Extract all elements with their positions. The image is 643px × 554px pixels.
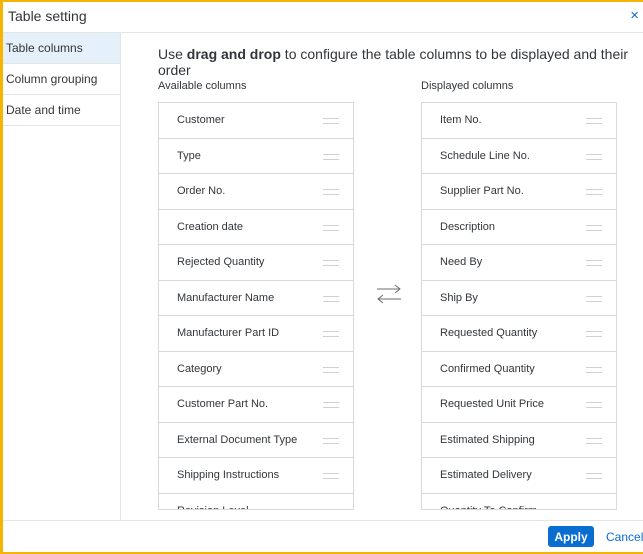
drag-handle-icon[interactable]: [586, 402, 602, 408]
column-item-label: Estimated Shipping: [440, 433, 535, 446]
displayed-columns-list: Item No. Schedule Line No. Supplier Part N…: [421, 102, 617, 510]
drag-handle-icon[interactable]: [586, 366, 602, 373]
column-list-item[interactable]: Estimated Delivery: [422, 458, 616, 494]
column-list-item[interactable]: Ship By: [422, 281, 616, 316]
instructions-prefix: Use: [158, 46, 187, 62]
column-item-label: Supplier Part No.: [440, 185, 524, 197]
column-item-label: Estimated Delivery: [440, 469, 532, 481]
sidebar-item-label: Column grouping: [6, 72, 98, 86]
drag-handle-icon[interactable]: [586, 189, 602, 195]
column-item-label: Confirmed Quantity: [440, 362, 535, 375]
sidebar-item-table-columns[interactable]: Table columns: [3, 33, 120, 64]
drag-handle-icon[interactable]: [586, 118, 602, 124]
column-list-item[interactable]: Customer Part No.: [159, 387, 353, 423]
column-list-item[interactable]: Customer: [159, 103, 353, 139]
dialog-title: Table setting: [8, 8, 87, 24]
column-item-label: Requested Quantity: [440, 327, 538, 339]
column-list-item[interactable]: Shipping Instructions: [159, 458, 353, 494]
column-item-label: Creation date: [177, 220, 244, 233]
available-columns-label: Available columns: [158, 80, 247, 92]
column-item-label: Ship By: [440, 291, 478, 304]
dialog-footer: Apply Cancel: [3, 520, 643, 552]
column-item-label: Shipping Instructions: [177, 469, 280, 481]
column-item-label: Customer: [177, 114, 225, 126]
sidebar-item-date-and-time[interactable]: Date and time: [3, 95, 120, 126]
column-list-item[interactable]: Rejected Quantity: [159, 245, 353, 281]
drag-handle-icon[interactable]: [323, 437, 339, 444]
column-list-item[interactable]: Need By: [422, 245, 616, 281]
drag-handle-icon[interactable]: [323, 508, 339, 509]
column-item-label: Schedule Line No.: [440, 149, 530, 162]
column-item-label: Manufacturer Part ID: [177, 327, 280, 339]
drag-handle-icon[interactable]: [323, 118, 339, 124]
instructions-text: Use drag and drop to configure the table…: [158, 46, 643, 78]
column-item-label: Description: [440, 220, 496, 233]
drag-handle-icon[interactable]: [323, 366, 339, 373]
drag-handle-icon[interactable]: [323, 189, 339, 195]
drag-handle-icon[interactable]: [586, 224, 602, 231]
apply-button[interactable]: Apply: [548, 526, 594, 547]
settings-sidebar: Table columns Column grouping Date and t…: [3, 33, 121, 521]
column-list-item[interactable]: Estimated Shipping: [422, 423, 616, 458]
column-item-label: Type: [177, 149, 201, 162]
column-item-label: Category: [177, 362, 222, 375]
drag-handle-icon[interactable]: [323, 402, 339, 408]
dialog-header: Table setting ×: [3, 2, 643, 33]
drag-handle-icon[interactable]: [586, 508, 602, 509]
column-item-label: Rejected Quantity: [177, 256, 265, 268]
column-item-label: Customer Part No.: [177, 398, 269, 410]
table-setting-dialog: Table setting × Table columns Column gro…: [0, 0, 643, 554]
column-list-item[interactable]: Creation date: [159, 210, 353, 245]
swap-arrows-icon[interactable]: [374, 279, 404, 309]
column-list-item[interactable]: Category: [159, 352, 353, 387]
instructions-bold: drag and drop: [186, 46, 281, 62]
drag-handle-icon[interactable]: [586, 153, 602, 160]
drag-handle-icon[interactable]: [586, 331, 602, 337]
column-item-label: Quantity To Confirm: [440, 505, 537, 510]
column-list-item[interactable]: Schedule Line No.: [422, 139, 616, 174]
column-list-item[interactable]: Item No.: [422, 103, 616, 139]
drag-handle-icon[interactable]: [323, 295, 339, 302]
sidebar-item-label: Date and time: [6, 103, 81, 117]
column-item-label: Manufacturer Name: [177, 291, 275, 304]
column-list-item[interactable]: Confirmed Quantity: [422, 352, 616, 387]
drag-handle-icon[interactable]: [586, 473, 602, 479]
column-list-item[interactable]: Description: [422, 210, 616, 245]
sidebar-item-column-grouping[interactable]: Column grouping: [3, 64, 120, 95]
column-item-label: Need By: [440, 256, 483, 268]
column-list-item[interactable]: Quantity To Confirm: [422, 494, 616, 510]
column-list-item[interactable]: Manufacturer Name: [159, 281, 353, 316]
column-list-item[interactable]: Requested Quantity: [422, 316, 616, 352]
column-item-label: Order No.: [177, 185, 226, 197]
displayed-columns-label: Displayed columns: [421, 80, 514, 92]
column-item-label: Revision Level: [177, 505, 249, 510]
drag-handle-icon[interactable]: [586, 295, 602, 302]
drag-handle-icon[interactable]: [586, 437, 602, 444]
available-columns-list: Customer Type Order No. Creation date Reject…: [158, 102, 354, 510]
column-list-item[interactable]: Supplier Part No.: [422, 174, 616, 210]
close-icon[interactable]: ×: [630, 7, 639, 24]
cancel-button[interactable]: Cancel: [606, 530, 643, 544]
column-list-item[interactable]: Requested Unit Price: [422, 387, 616, 423]
drag-handle-icon[interactable]: [323, 473, 339, 479]
column-item-label: Requested Unit Price: [440, 398, 544, 410]
column-list-item[interactable]: Revision Level: [159, 494, 353, 510]
drag-handle-icon[interactable]: [323, 331, 339, 337]
column-item-label: Item No.: [440, 114, 482, 126]
column-item-label: External Document Type: [177, 433, 298, 446]
drag-handle-icon[interactable]: [586, 260, 602, 266]
column-list-item[interactable]: Order No.: [159, 174, 353, 210]
drag-handle-icon[interactable]: [323, 153, 339, 160]
column-list-item[interactable]: External Document Type: [159, 423, 353, 458]
drag-handle-icon[interactable]: [323, 260, 339, 266]
drag-handle-icon[interactable]: [323, 224, 339, 231]
column-list-item[interactable]: Manufacturer Part ID: [159, 316, 353, 352]
sidebar-item-label: Table columns: [6, 41, 83, 55]
column-list-item[interactable]: Type: [159, 139, 353, 174]
